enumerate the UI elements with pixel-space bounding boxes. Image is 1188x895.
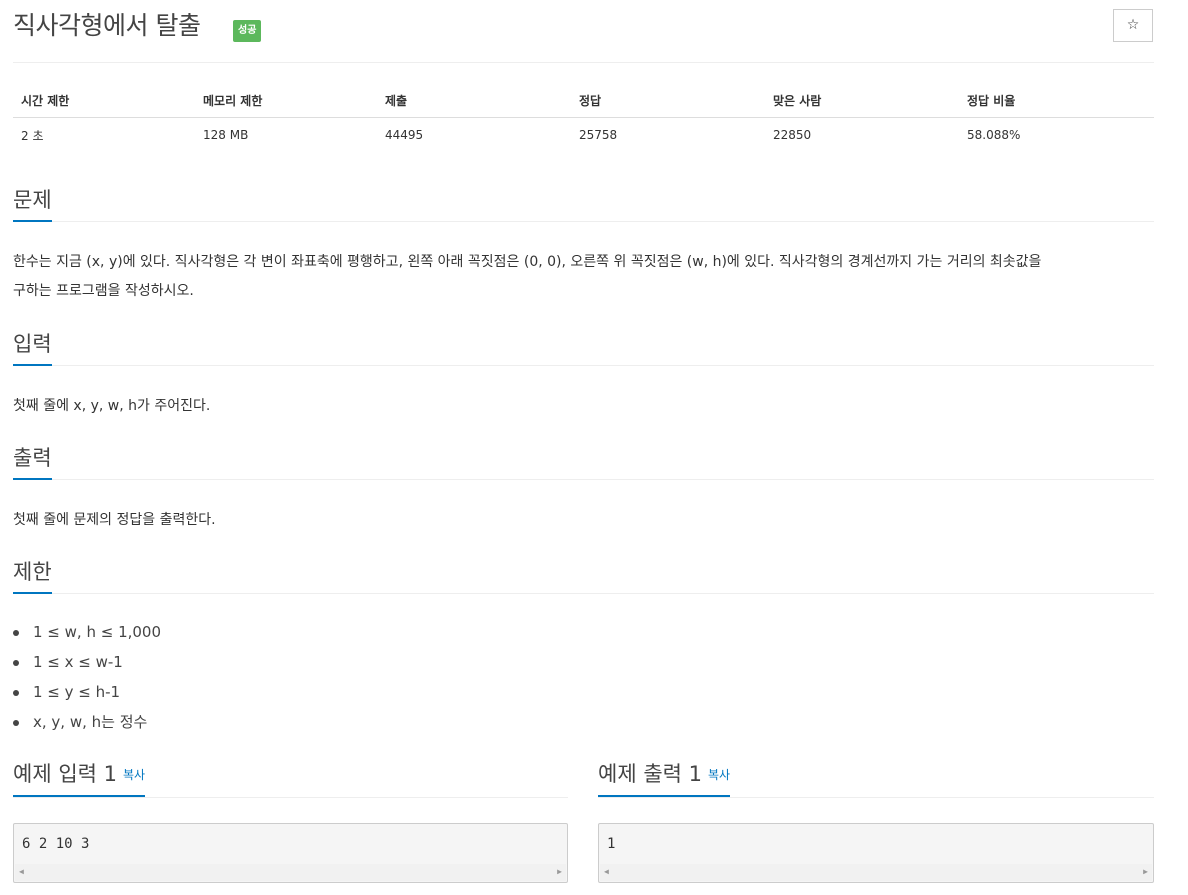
limits-section: 제한 1 ≤ w, h ≤ 1,000 1 ≤ x ≤ w-1 1 ≤ y ≤ … — [13, 558, 1154, 737]
copy-button[interactable]: 복사 — [708, 768, 730, 782]
header-submissions: 제출 — [377, 84, 571, 118]
sample-output-text: 1 — [607, 836, 616, 852]
value-ratio: 58.088% — [967, 128, 1021, 143]
table-row: 2 초 128 MB 44495 25758 22850 58.088% — [13, 117, 1154, 153]
section-header: 입력 — [13, 330, 1154, 366]
header-accepted: 정답 — [571, 84, 765, 118]
scroll-right-icon[interactable]: ▶ — [1143, 867, 1148, 876]
problem-section: 문제 한수는 지금 (x, y)에 있다. 직사각형은 각 변이 좌표축에 평행… — [13, 186, 1154, 306]
scroll-left-icon[interactable]: ◀ — [604, 867, 609, 876]
input-description: 첫째 줄에 x, y, w, h가 주어진다. — [13, 392, 1154, 421]
star-icon: ☆ — [1126, 17, 1140, 33]
problem-header: 직사각형에서 탈출 성공 ☆ — [13, 8, 1154, 48]
section-title: 제한 — [13, 558, 52, 594]
output-text: 첫째 줄에 문제의 정답을 출력한다. — [13, 512, 216, 528]
section-title: 문제 — [13, 186, 52, 222]
section-title: 예제 출력 1 — [598, 762, 702, 786]
section-header: 출력 — [13, 444, 1154, 480]
sample-input-text: 6 2 10 3 — [22, 836, 90, 852]
sample-output-section: 예제 출력 1 복사 1 ◀ ▶ — [598, 760, 1154, 883]
scroll-left-icon[interactable]: ◀ — [19, 867, 24, 876]
list-item: x, y, w, h는 정수 — [0, 707, 1154, 737]
value-submissions: 44495 — [385, 128, 424, 143]
input-text: 첫째 줄에 x, y, w, h가 주어진다. — [13, 398, 211, 414]
section-title: 예제 입력 1 — [13, 762, 117, 786]
divider — [13, 62, 1154, 63]
star-button[interactable]: ☆ — [1113, 9, 1153, 42]
problem-description: 한수는 지금 (x, y)에 있다. 직사각형은 각 변이 좌표축에 평행하고,… — [13, 248, 1154, 306]
scroll-right-icon[interactable]: ▶ — [557, 867, 562, 876]
list-item: 1 ≤ y ≤ h-1 — [0, 677, 1154, 707]
copy-button[interactable]: 복사 — [123, 768, 145, 782]
section-header: 예제 입력 1 복사 — [13, 760, 568, 798]
header-memory-limit: 메모리 제한 — [195, 84, 377, 118]
sample-input-section: 예제 입력 1 복사 6 2 10 3 ◀ ▶ — [13, 760, 568, 883]
value-accepted: 25758 — [579, 128, 618, 143]
section-title: 입력 — [13, 330, 52, 366]
section-title: 출력 — [13, 444, 52, 480]
section-title-wrap: 예제 출력 1 복사 — [598, 760, 731, 797]
section-header: 예제 출력 1 복사 — [598, 760, 1154, 798]
list-item: 1 ≤ x ≤ w-1 — [0, 647, 1154, 677]
horizontal-scrollbar[interactable]: ◀ ▶ — [15, 864, 566, 881]
description-line: 한수는 지금 (x, y)에 있다. 직사각형은 각 변이 좌표축에 평행하고,… — [13, 254, 1042, 270]
problem-info-table: 시간 제한 메모리 제한 제출 정답 맞은 사람 정답 비율 2 초 128 M… — [13, 84, 1154, 153]
value-memory-limit: 128 MB — [203, 128, 249, 143]
section-title-wrap: 예제 입력 1 복사 — [13, 760, 146, 797]
horizontal-scrollbar[interactable]: ◀ ▶ — [600, 864, 1152, 881]
sample-output-box[interactable]: 1 ◀ ▶ — [598, 823, 1154, 883]
header-ratio: 정답 비율 — [959, 84, 1154, 118]
status-badge: 성공 — [233, 20, 262, 42]
sample-input-box[interactable]: 6 2 10 3 ◀ ▶ — [13, 823, 568, 883]
table-header-row: 시간 제한 메모리 제한 제출 정답 맞은 사람 정답 비율 — [13, 84, 1154, 118]
value-time-limit: 2 초 — [21, 128, 44, 143]
section-header: 문제 — [13, 186, 1154, 222]
header-solvers: 맞은 사람 — [765, 84, 959, 118]
input-section: 입력 첫째 줄에 x, y, w, h가 주어진다. — [13, 330, 1154, 421]
page-title: 직사각형에서 탈출 — [13, 11, 201, 40]
header-time-limit: 시간 제한 — [13, 84, 195, 118]
limits-list: 1 ≤ w, h ≤ 1,000 1 ≤ x ≤ w-1 1 ≤ y ≤ h-1… — [0, 617, 1154, 737]
list-item: 1 ≤ w, h ≤ 1,000 — [0, 617, 1154, 647]
section-header: 제한 — [13, 558, 1154, 594]
output-section: 출력 첫째 줄에 문제의 정답을 출력한다. — [13, 444, 1154, 535]
description-line: 구하는 프로그램을 작성하시오. — [13, 283, 194, 299]
value-solvers: 22850 — [773, 128, 812, 143]
output-description: 첫째 줄에 문제의 정답을 출력한다. — [13, 506, 1154, 535]
